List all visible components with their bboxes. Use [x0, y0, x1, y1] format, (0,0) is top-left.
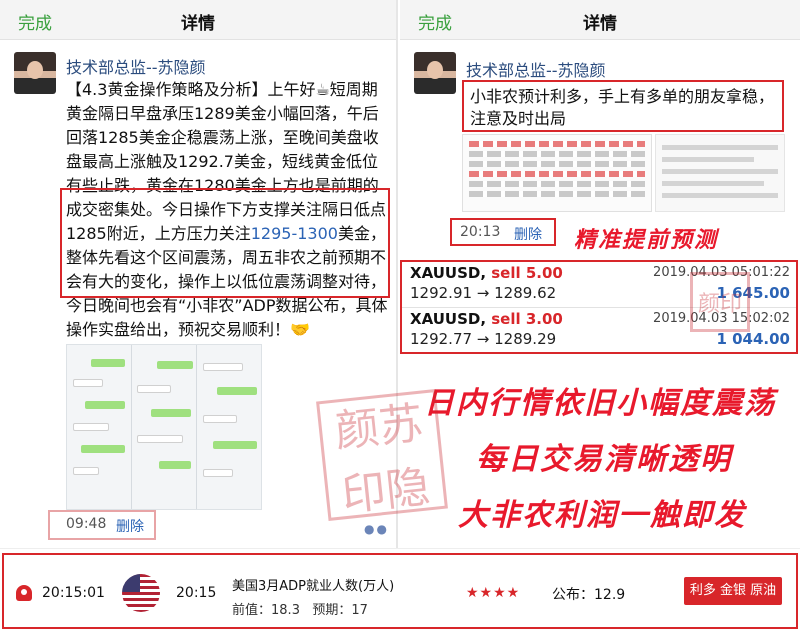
trade-prices: 1292.91 → 1289.62	[410, 284, 557, 302]
analysis-thumbnail[interactable]	[655, 134, 785, 212]
previous-value: 18.3	[271, 603, 300, 618]
importance-stars: ★★★★	[466, 585, 521, 601]
right-post-time: 20:13	[460, 224, 501, 240]
right-author-avatar[interactable]	[414, 52, 456, 94]
trade-symbol: XAUUSD, sell 3.00	[410, 310, 563, 328]
chat-screenshot-thumbnail[interactable]	[66, 344, 262, 510]
alarm-clock-icon[interactable]	[16, 585, 32, 601]
slogan-line-3: 大非农利润一触即发	[458, 498, 746, 533]
slogan-line-1: 日内行情依旧小幅度震荡	[424, 386, 776, 421]
left-delete-link[interactable]: 删除	[116, 516, 144, 536]
author-avatar[interactable]	[14, 52, 56, 94]
more-dots-icon[interactable]: ●●	[364, 522, 389, 536]
left-post-time: 09:48	[66, 516, 107, 532]
left-page-title: 详情	[181, 14, 215, 34]
event-time-short: 20:15	[176, 585, 217, 601]
small-seal-watermark: 颜印	[690, 272, 750, 332]
actual-value: 公布：12.9	[552, 587, 626, 603]
large-seal-watermark: 颜苏印隐	[316, 389, 448, 521]
forecast-value: 17	[351, 603, 368, 618]
event-values: 前值：18.3 预期：17	[232, 603, 368, 618]
us-flag-icon	[122, 574, 160, 612]
right-author-name[interactable]: 技术部总监--苏隐颜	[466, 57, 606, 81]
quotes-table-thumbnail[interactable]	[462, 134, 652, 212]
event-name: 美国3月ADP就业人数(万人)	[232, 579, 395, 594]
right-page-title: 详情	[583, 14, 617, 34]
economic-event-bar: 20:15:01 20:15 美国3月ADP就业人数(万人) 前值：18.3 预…	[0, 548, 800, 631]
right-delete-link[interactable]: 删除	[514, 224, 542, 244]
slogan-top: 精准提前预测	[574, 227, 719, 253]
left-top-bar: 完成 详情	[0, 0, 396, 40]
right-top-bar: 完成 详情	[400, 0, 800, 40]
author-name[interactable]: 技术部总监--苏隐颜	[66, 54, 206, 78]
notice-text: 小非农预计利多，手上有多单的朋友拿稳，注意及时出局	[470, 87, 775, 128]
event-time-full: 20:15:01	[42, 585, 105, 601]
trade-profit: 1 044.00	[716, 330, 790, 348]
impact-badge-button[interactable]: 利多 金银 原油	[684, 577, 782, 605]
slogan-line-2: 每日交易清晰透明	[476, 442, 732, 477]
trade-symbol: XAUUSD, sell 5.00	[410, 264, 563, 282]
post-highlight-box	[60, 188, 390, 298]
trade-prices: 1292.77 → 1289.29	[410, 330, 557, 348]
event-highlight-box[interactable]: 20:15:01 20:15 美国3月ADP就业人数(万人) 前值：18.3 预…	[2, 553, 798, 629]
